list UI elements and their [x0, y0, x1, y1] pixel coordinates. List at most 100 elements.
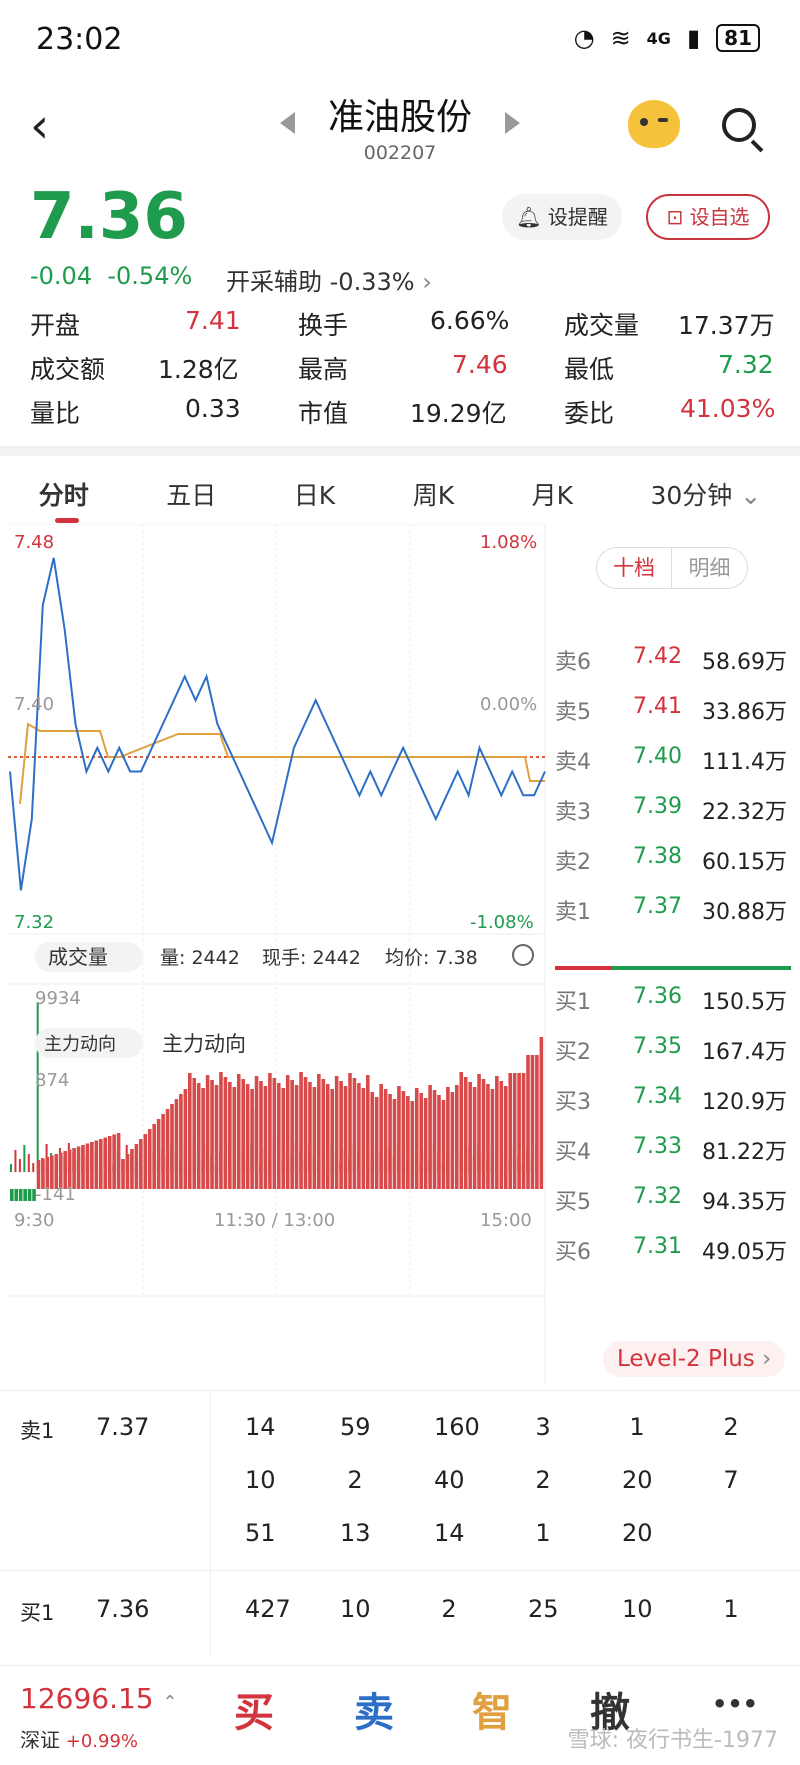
tab-week-k[interactable]: 周K — [413, 466, 454, 524]
book-level-label: 卖6 — [555, 650, 591, 675]
stat-value: 19.29亿 — [410, 399, 507, 428]
add-favorite-button[interactable]: ⊡ 设自选 — [646, 194, 770, 240]
stock-code: 002207 — [363, 142, 437, 164]
book-price: 7.40 — [633, 744, 682, 769]
aux-indicator[interactable]: 开采辅助 -0.33% › — [226, 262, 432, 297]
order-book-row[interactable]: 卖3 7.39 22.32万 — [553, 786, 793, 830]
flow-max-label: 874 — [35, 1070, 69, 1091]
flow-bar — [299, 1072, 303, 1189]
more-icon[interactable]: ••• — [712, 1690, 758, 1718]
flow-bar — [459, 1072, 464, 1189]
flow-bar — [290, 1080, 294, 1189]
queue-cell: 1 — [535, 1519, 551, 1547]
queue-bid-label: 买1 — [20, 1601, 55, 1625]
flow-bar — [196, 1083, 201, 1189]
order-book-row[interactable]: 买4 7.33 81.22万 — [553, 1126, 793, 1170]
signal-icon: ▮ — [686, 24, 701, 52]
tab-detail[interactable]: 明细 — [672, 548, 747, 588]
book-price: 7.34 — [633, 1084, 682, 1109]
stat-value: 7.46 — [452, 350, 508, 379]
order-book-row[interactable]: 卖2 7.38 60.15万 — [553, 836, 793, 880]
flow-bar — [294, 1085, 299, 1189]
queue-cell: 2 — [441, 1595, 457, 1623]
mascot-icon[interactable] — [628, 100, 680, 148]
tab-month-k[interactable]: 月K — [532, 466, 573, 524]
book-level-label: 买4 — [555, 1140, 591, 1165]
queue-ask-price: 7.37 — [96, 1413, 150, 1441]
flow-bar — [539, 1037, 544, 1189]
flow-bar — [201, 1088, 205, 1189]
queue-cell: 10 — [622, 1595, 653, 1623]
flow-bar — [130, 1149, 134, 1189]
book-price: 7.35 — [633, 1034, 682, 1059]
tab-five-day[interactable]: 五日 — [166, 466, 216, 524]
flow-bar — [254, 1076, 259, 1189]
flow-bar — [250, 1089, 254, 1189]
smart-button[interactable]: 智 — [472, 1680, 512, 1738]
volume-bar — [32, 1163, 35, 1172]
flow-bar — [99, 1139, 103, 1189]
order-book-row[interactable]: 买6 7.31 49.05万 — [553, 1226, 793, 1270]
index-value[interactable]: 12696.15 ⌃ — [20, 1682, 178, 1715]
order-book-row[interactable]: 卖6 7.42 58.69万 — [553, 636, 793, 680]
tab-ten-level[interactable]: 十档 — [597, 548, 672, 588]
stat-label: 量比 — [30, 399, 81, 428]
tab-intraday[interactable]: 分时 — [39, 466, 89, 524]
time-mid: 11:30 / 13:00 — [214, 1210, 335, 1231]
flow-bar — [419, 1093, 423, 1189]
flow-bar — [205, 1075, 210, 1189]
next-stock-icon[interactable] — [505, 112, 520, 134]
flow-bar — [214, 1085, 219, 1189]
queue-cell: 20 — [622, 1466, 653, 1494]
flow-bar — [481, 1079, 486, 1189]
flow-bar — [245, 1084, 250, 1189]
flow-bar — [18, 1189, 23, 1201]
book-volume: 150.5万 — [702, 990, 787, 1015]
order-book-row[interactable]: 买5 7.32 94.35万 — [553, 1176, 793, 1220]
flow-bar — [366, 1075, 370, 1189]
stat-label: 委比 — [564, 399, 615, 428]
set-alert-button[interactable]: 🔔︎ 设提醒 — [502, 194, 622, 240]
queue-cell: 13 — [340, 1519, 371, 1547]
order-book-row[interactable]: 卖5 7.41 33.86万 — [553, 686, 793, 730]
queue-cell: 10 — [245, 1466, 276, 1494]
queue-cell: 25 — [528, 1595, 559, 1623]
flow-title: 主力动向 — [162, 1032, 246, 1056]
flow-bar — [183, 1089, 188, 1189]
status-icons: ◔ ≋ 4G ▮ 81 — [574, 24, 760, 52]
tab-day-k[interactable]: 日K — [294, 466, 335, 524]
stat-label: 最高 — [298, 355, 349, 384]
price-high-label: 7.48 — [14, 532, 54, 553]
order-book-row[interactable]: 买2 7.35 167.4万 — [553, 1026, 793, 1070]
order-book-row[interactable]: 卖1 7.37 30.88万 — [553, 886, 793, 930]
flow-bar — [495, 1076, 499, 1189]
queue-cell: 2 — [347, 1466, 363, 1494]
book-price: 7.32 — [633, 1184, 682, 1209]
flow-bar — [81, 1145, 85, 1189]
tab-30min[interactable]: 30分钟 ⌄ — [651, 466, 762, 524]
order-book-row[interactable]: 卖4 7.40 111.4万 — [553, 736, 793, 780]
flow-bar — [76, 1146, 81, 1189]
flow-bar — [103, 1137, 108, 1189]
level2-button[interactable]: Level-2 Plus › — [603, 1341, 786, 1377]
order-book-row[interactable]: 买1 7.36 150.5万 — [553, 976, 793, 1020]
sell-button[interactable]: 卖 — [354, 1680, 394, 1738]
search-icon[interactable] — [722, 108, 756, 142]
speed-icon: ◔ — [573, 24, 595, 52]
flow-bar — [343, 1086, 348, 1189]
stat-label: 市值 — [298, 399, 349, 428]
flow-bar — [441, 1100, 446, 1189]
queue-cell: 20 — [622, 1519, 653, 1547]
buy-button[interactable]: 买 — [234, 1680, 274, 1738]
order-book-row[interactable]: 买3 7.34 120.9万 — [553, 1076, 793, 1120]
flow-bar — [116, 1133, 121, 1189]
flow-bar — [321, 1079, 326, 1189]
status-time: 23:02 — [36, 22, 123, 57]
divider — [210, 1390, 211, 1655]
price-mid-label: 7.40 — [14, 694, 54, 715]
queue-cell: 1 — [723, 1595, 739, 1623]
wifi-icon: ≋ — [610, 24, 631, 52]
flow-bar — [499, 1081, 504, 1189]
book-level-label: 卖3 — [555, 800, 591, 825]
queue-bid-price: 7.36 — [96, 1595, 150, 1623]
